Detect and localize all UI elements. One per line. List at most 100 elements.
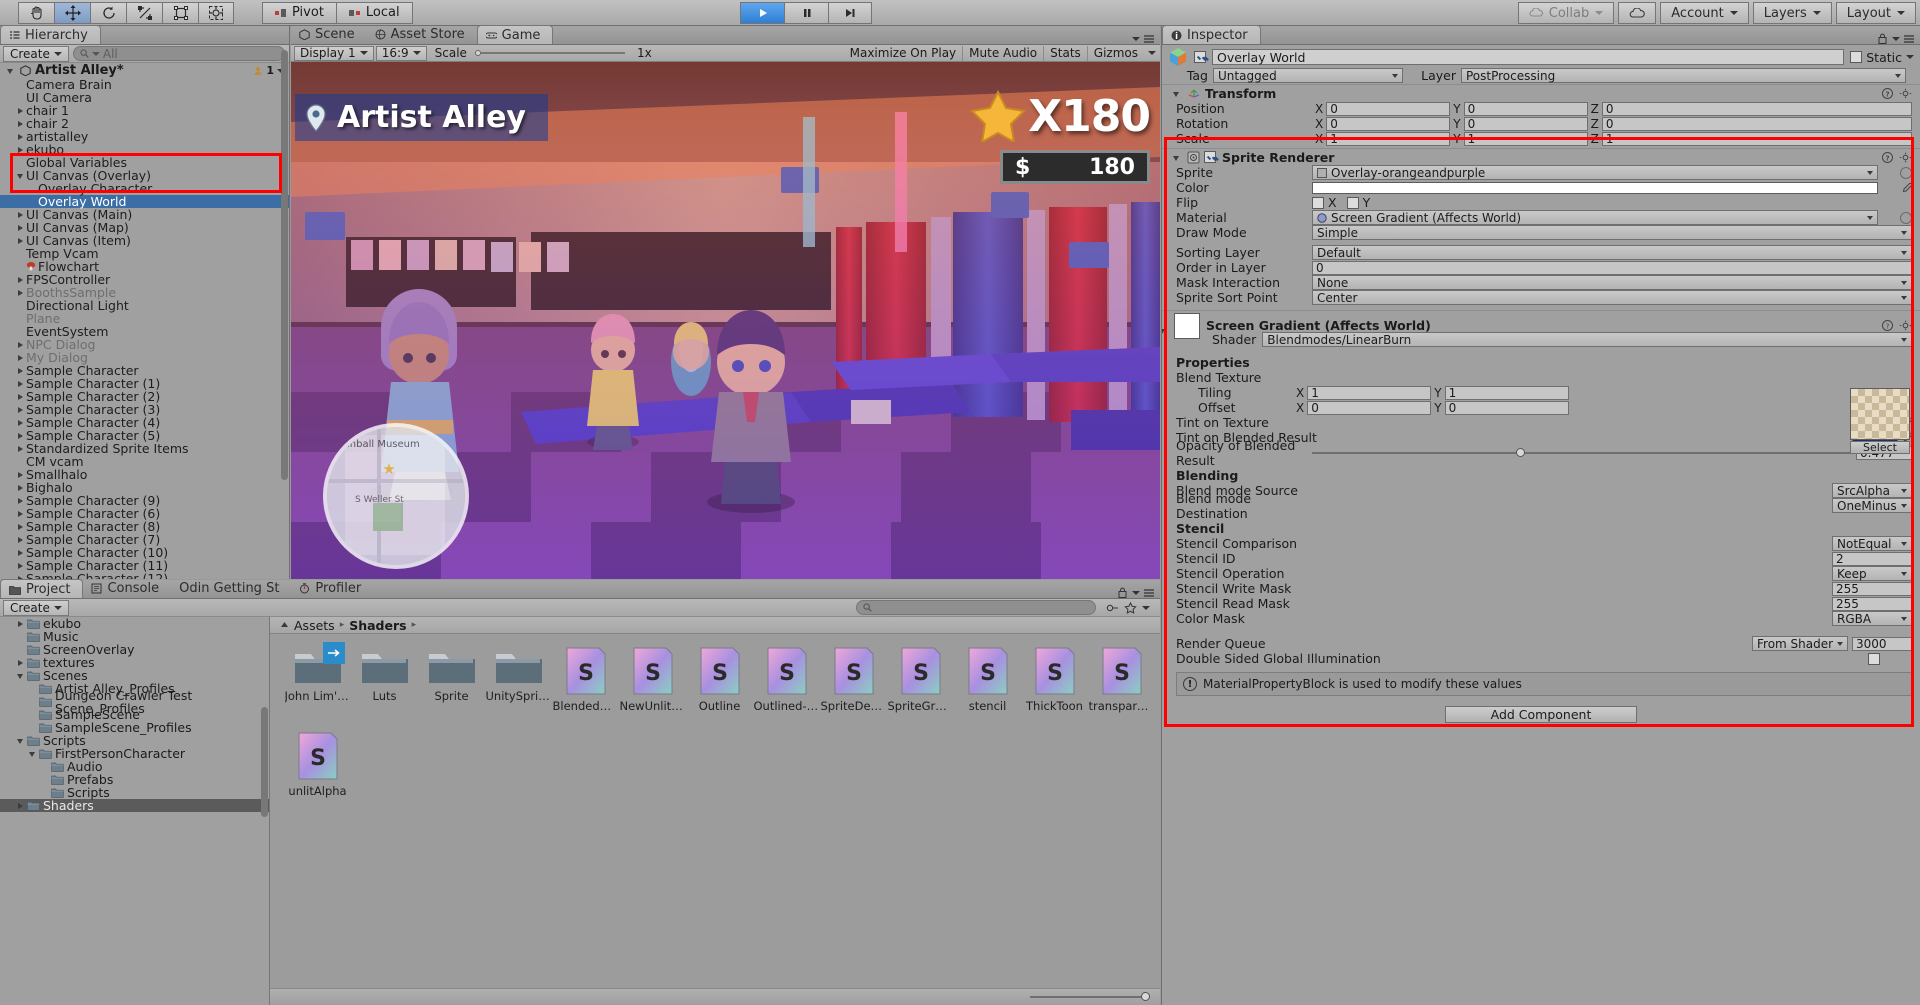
project-tree-scroll-thumb[interactable] [261,707,268,817]
account-button[interactable]: Account [1660,2,1749,24]
asset-grid[interactable]: John Lim's B...LutsSpriteUnitySprite...S… [270,634,1160,988]
tab-game[interactable]: Game [476,25,554,44]
hierarchy-tree[interactable]: Camera Brain UI Camera chair 1 chair 2 artis… [0,78,289,579]
chevron-right-icon[interactable] [16,801,25,810]
asset-item[interactable]: Luts [351,646,418,713]
minimap[interactable]: inball Museum S Weller St [323,423,469,569]
chevron-down-icon[interactable] [1142,605,1150,610]
aspect-dropdown[interactable]: 16:9 [375,45,427,61]
hierarchy-search-input[interactable]: All [72,46,285,61]
hierarchy-scroll-thumb[interactable] [281,50,288,480]
dsgi-checkbox[interactable] [1868,652,1880,665]
project-tree-item-audio[interactable]: Audio [0,760,269,773]
transform-scale-y[interactable]: 1 [1463,131,1588,146]
static-toggle[interactable]: Static [1850,50,1914,65]
project-tree-item-prefabs[interactable]: Prefabs [0,773,269,786]
project-tree-item-ekubo[interactable]: ekubo [0,617,269,630]
chevron-right-icon[interactable] [16,106,25,115]
chevron-right-icon[interactable] [16,619,25,628]
color-swatch[interactable] [1312,181,1878,194]
transform-rotation-z[interactable]: 0 [1601,116,1912,131]
step-button[interactable] [828,2,872,24]
chevron-right-icon[interactable] [16,431,25,440]
project-tree-item-textures[interactable]: textures [0,656,269,669]
move-tool-button[interactable] [54,1,90,24]
project-options[interactable] [1116,587,1160,598]
tab-hierarchy[interactable]: Hierarchy [0,25,101,44]
flip-x-checkbox[interactable] [1312,196,1324,209]
chevron-down-icon[interactable] [16,736,25,745]
chevron-right-icon[interactable] [16,119,25,128]
transform-position-z[interactable]: 0 [1601,101,1912,116]
chevron-right-icon[interactable] [16,392,25,401]
display-dropdown[interactable]: Display 1 [294,45,374,61]
mask-dropdown[interactable]: None [1312,275,1912,290]
local-toggle-button[interactable]: Local [335,1,413,24]
chevron-right-icon[interactable] [16,509,25,518]
chevron-right-icon[interactable] [16,535,25,544]
project-tree-item-scripts[interactable]: Scripts [0,786,269,799]
hierarchy-scene-row[interactable]: Artist Alley* 1 [0,63,289,78]
transform-scale-x[interactable]: 1 [1326,131,1451,146]
tab-asset-store[interactable]: Asset Store [367,25,477,44]
tab-scene[interactable]: Scene [291,25,367,44]
color-eyedropper-icon[interactable] [1900,182,1913,194]
filter-icon[interactable] [1106,602,1119,614]
project-tree-scrollbar[interactable] [261,617,268,1005]
chevron-down-icon[interactable] [1172,153,1181,162]
project-tree-item-samplescene-profiles[interactable]: SampleScene_Profiles [0,721,269,734]
chevron-down-icon[interactable] [28,749,37,758]
sprite-object-field[interactable]: Overlay-orangeandpurple [1312,165,1878,180]
cloud-button[interactable] [1618,2,1657,24]
stencil-read-input[interactable]: 255 [1832,596,1912,611]
asset-item[interactable]: Sprite [418,646,485,713]
chevron-right-icon[interactable] [16,405,25,414]
gameview-options[interactable] [1132,34,1160,44]
scale-tool-button[interactable] [126,1,162,24]
tab-inspector[interactable]: Inspector [1162,25,1261,44]
project-tree-item-screenoverlay[interactable]: ScreenOverlay [0,643,269,656]
chevron-down-icon[interactable] [1162,326,1167,335]
stencil-cmp-dropdown[interactable]: NotEqual [1832,536,1912,551]
chevron-down-icon[interactable] [1906,55,1914,59]
chevron-right-icon[interactable] [16,366,25,375]
chevron-right-icon[interactable] [16,561,25,570]
collab-button[interactable]: Collab [1517,2,1615,24]
transform-position-y[interactable]: 0 [1463,101,1588,116]
project-search-input[interactable] [856,600,1096,615]
tiling-y-input[interactable]: 1 [1444,385,1569,400]
pause-button[interactable] [784,2,828,24]
chevron-right-icon[interactable] [16,418,25,427]
chevron-down-icon[interactable] [1892,36,1900,41]
gizmos-toggle[interactable]: Gizmos [1088,46,1144,61]
tab-profiler[interactable]: Profiler [291,579,373,598]
shader-dropdown[interactable]: Blendmodes/LinearBurn [1262,332,1912,347]
asset-item[interactable]: S BlendedDec... [552,646,619,713]
chevron-right-icon[interactable] [16,132,25,141]
order-value-input[interactable]: 0 [1312,260,1912,275]
gizmos-dropdown[interactable] [1144,46,1160,61]
star-filter-icon[interactable] [1124,601,1137,614]
rotate-tool-button[interactable] [90,1,126,24]
hierarchy-scrollbar[interactable] [281,26,288,579]
chevron-down-icon[interactable] [16,671,25,680]
sprite-picker-icon[interactable] [1900,166,1912,179]
chevron-down-icon[interactable] [1132,37,1140,41]
tiling-x-input[interactable]: 1 [1307,385,1432,400]
chevron-right-icon[interactable] [16,353,25,362]
breadcrumb-assets[interactable]: Assets [294,618,335,633]
render-queue-value-input[interactable]: 3000 [1852,636,1912,651]
scale-slider[interactable] [474,50,625,56]
chevron-right-icon[interactable] [16,210,25,219]
chevron-right-icon[interactable] [16,236,25,245]
material-picker-icon[interactable] [1900,211,1912,224]
add-component-button[interactable]: Add Component [1445,706,1637,723]
icon-size-slider[interactable] [1030,992,1150,1001]
object-enabled-checkbox[interactable] [1194,51,1206,63]
offset-y-input[interactable]: 0 [1444,400,1569,415]
stencil-write-input[interactable]: 255 [1832,581,1912,596]
transform-position-x[interactable]: 0 [1326,101,1451,116]
tab-project[interactable]: Project [0,579,84,598]
layers-button[interactable]: Layers [1752,2,1832,24]
tag-dropdown[interactable]: Untagged [1213,68,1403,83]
